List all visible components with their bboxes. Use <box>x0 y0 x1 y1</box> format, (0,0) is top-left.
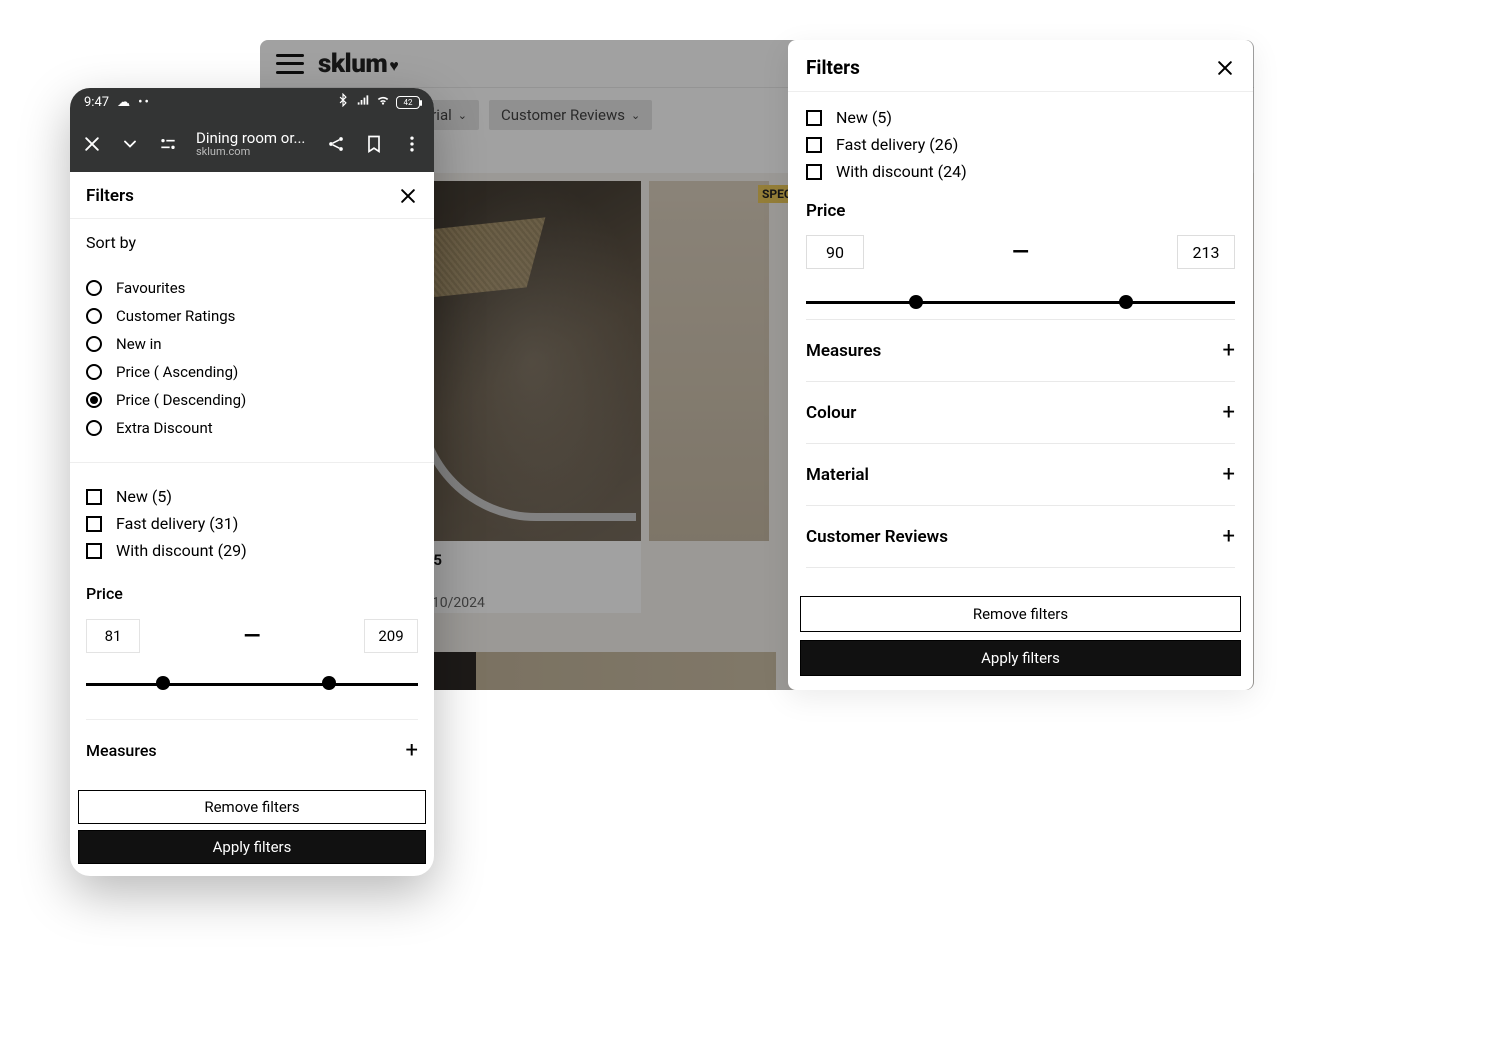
price-label: Price <box>86 584 418 603</box>
checkbox-icon <box>86 489 102 505</box>
radio-icon <box>86 336 102 352</box>
sort-extra-discount[interactable]: Extra Discount <box>86 414 418 442</box>
remove-filters-button[interactable]: Remove filters <box>78 790 426 824</box>
sort-price-desc[interactable]: Price ( Descending) <box>86 386 418 414</box>
plus-icon: + <box>1223 338 1235 363</box>
more-icon[interactable] <box>402 134 422 154</box>
status-bar: 9:47 ☁ •• 42 <box>70 88 434 116</box>
url-area[interactable]: Dining room or... sklum.com <box>196 130 308 159</box>
battery-icon: 42 <box>396 96 420 109</box>
section-colour[interactable]: Colour+ <box>806 381 1235 443</box>
desktop-filters-panel: Filters New (5) Fast delivery (26) With … <box>788 40 1253 690</box>
mobile-phone: 9:47 ☁ •• 42 Dining room or... sklum.com F… <box>70 88 434 876</box>
price-min-input[interactable]: 81 <box>86 619 140 653</box>
checkbox-with-discount[interactable]: With discount (24) <box>806 158 1235 185</box>
price-slider[interactable] <box>86 679 418 689</box>
signal-icon <box>356 93 370 111</box>
bluetooth-icon <box>336 93 350 111</box>
wifi-icon <box>376 93 390 111</box>
price-min-input[interactable]: 90 <box>806 235 864 269</box>
slider-handle-max[interactable] <box>1119 295 1133 309</box>
apply-filters-button[interactable]: Apply filters <box>78 830 426 864</box>
section-reviews[interactable]: Customer Reviews+ <box>806 505 1235 568</box>
plus-icon: + <box>1223 524 1235 549</box>
plus-icon: + <box>1223 462 1235 487</box>
price-slider[interactable] <box>806 297 1235 307</box>
section-material[interactable]: Material+ <box>806 443 1235 505</box>
section-measures[interactable]: Measures+ <box>806 319 1235 381</box>
plus-icon: + <box>406 738 418 763</box>
settings-icon[interactable] <box>158 134 178 154</box>
checkbox-label: Fast delivery (26) <box>836 135 958 154</box>
checkbox-icon <box>806 164 822 180</box>
panel-title: Filters <box>806 56 860 79</box>
sort-favourites[interactable]: Favourites <box>86 274 418 302</box>
cloud-icon: ☁ <box>117 95 130 110</box>
checkbox-with-discount[interactable]: With discount (29) <box>86 537 418 564</box>
checkbox-new[interactable]: New (5) <box>806 104 1235 131</box>
checkbox-new[interactable]: New (5) <box>86 483 418 510</box>
price-label: Price <box>806 201 1235 221</box>
checkbox-icon <box>86 516 102 532</box>
slider-handle-min[interactable] <box>156 676 170 690</box>
slider-handle-min[interactable] <box>909 295 923 309</box>
price-dash: — <box>876 240 1165 265</box>
checkbox-icon <box>806 110 822 126</box>
radio-icon <box>86 420 102 436</box>
bookmark-icon[interactable] <box>364 134 384 154</box>
chevron-down-icon[interactable] <box>120 134 140 154</box>
radio-icon <box>86 280 102 296</box>
sort-customer-ratings[interactable]: Customer Ratings <box>86 302 418 330</box>
page-title: Dining room or... <box>196 130 308 147</box>
radio-icon <box>86 364 102 380</box>
page-domain: sklum.com <box>196 146 308 158</box>
radio-icon <box>86 308 102 324</box>
checkbox-fast-delivery[interactable]: Fast delivery (31) <box>86 510 418 537</box>
checkbox-fast-delivery[interactable]: Fast delivery (26) <box>806 131 1235 158</box>
section-measures[interactable]: Measures+ <box>86 719 418 781</box>
remove-filters-button[interactable]: Remove filters <box>800 596 1241 632</box>
plus-icon: + <box>1223 400 1235 425</box>
status-dots: •• <box>138 95 151 110</box>
browser-bar: Dining room or... sklum.com <box>70 116 434 172</box>
slider-handle-max[interactable] <box>322 676 336 690</box>
price-max-input[interactable]: 213 <box>1177 235 1235 269</box>
price-max-input[interactable]: 209 <box>364 619 418 653</box>
share-icon[interactable] <box>326 134 346 154</box>
filters-title: Filters <box>86 186 134 206</box>
sort-price-asc[interactable]: Price ( Ascending) <box>86 358 418 386</box>
sort-by-label: Sort by <box>86 233 418 252</box>
close-icon[interactable] <box>82 134 102 154</box>
apply-filters-button[interactable]: Apply filters <box>800 640 1241 676</box>
sort-new-in[interactable]: New in <box>86 330 418 358</box>
checkbox-icon <box>806 137 822 153</box>
close-icon[interactable] <box>398 186 418 206</box>
radio-icon <box>86 392 102 408</box>
checkbox-icon <box>86 543 102 559</box>
status-time: 9:47 <box>84 95 109 110</box>
checkbox-label: New (5) <box>836 108 892 127</box>
price-dash: — <box>148 624 356 649</box>
checkbox-label: With discount (24) <box>836 162 967 181</box>
close-icon[interactable] <box>1215 58 1235 78</box>
